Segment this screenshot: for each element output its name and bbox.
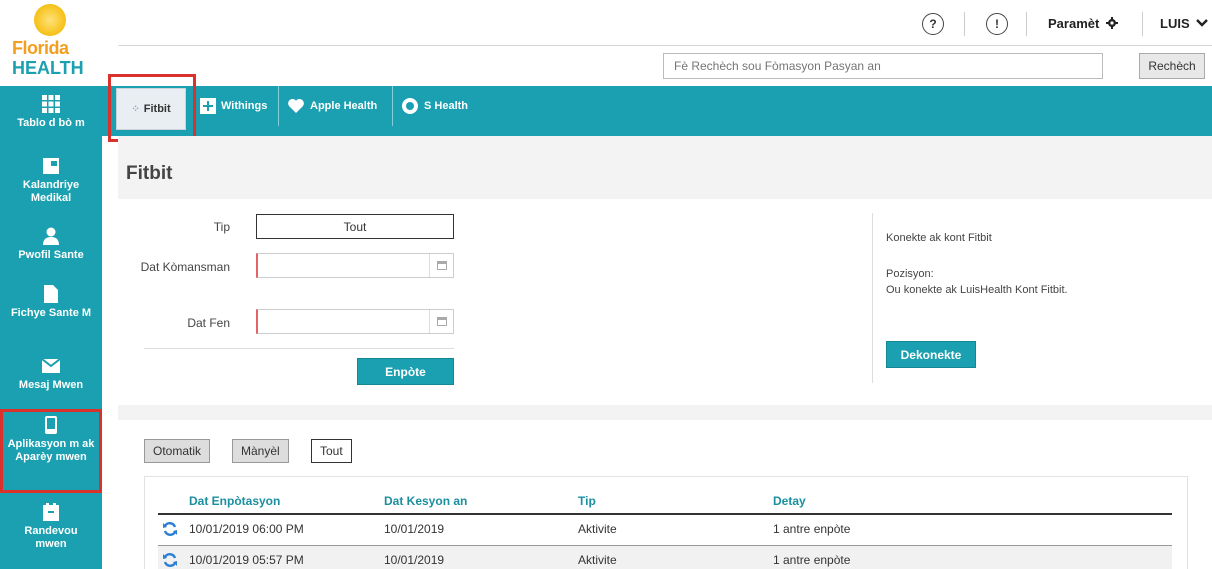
tab-withings[interactable]: Withings bbox=[192, 86, 267, 126]
start-date-label: Dat Kòmansman bbox=[140, 260, 230, 274]
divider bbox=[144, 348, 454, 349]
calendar-icon[interactable] bbox=[429, 254, 453, 277]
divider bbox=[872, 213, 873, 383]
sidebar-item-dashboard[interactable]: Tablo d bò m bbox=[0, 94, 102, 130]
import-date: 10/01/2019 05:57 PM bbox=[189, 553, 304, 567]
connection-status: Ou konekte ak LuisHealth Kont Fitbit. bbox=[886, 284, 1068, 296]
sun-icon bbox=[34, 4, 66, 36]
sidebar-item-health-profile[interactable]: Pwofil Sante bbox=[0, 226, 102, 262]
document-icon bbox=[41, 284, 61, 304]
import-date: 10/01/2019 06:00 PM bbox=[189, 522, 304, 536]
position-label: Pozisyon: bbox=[886, 268, 934, 280]
filter-all[interactable]: Tout bbox=[311, 439, 352, 463]
gear-icon bbox=[1105, 17, 1118, 29]
user-menu[interactable]: LUIS bbox=[1160, 16, 1209, 31]
type-select[interactable]: Tout bbox=[256, 214, 454, 239]
filter-automatic[interactable]: Otomatik bbox=[144, 439, 211, 463]
sidebar-item-medical-calendar[interactable]: Kalandriye Medikal bbox=[0, 156, 102, 205]
logo-line2: HEALTH bbox=[12, 58, 84, 78]
alert-button[interactable]: ! bbox=[986, 13, 1008, 35]
mobile-phone-icon bbox=[41, 415, 61, 435]
heart-icon bbox=[288, 99, 304, 113]
start-date-field[interactable] bbox=[256, 253, 454, 278]
sidebar-item-messages[interactable]: Mesaj Mwen bbox=[0, 356, 102, 392]
record-type: Aktivite bbox=[578, 553, 617, 567]
chevron-down-icon bbox=[1196, 19, 1209, 27]
search-input[interactable] bbox=[663, 53, 1103, 79]
user-name: LUIS bbox=[1160, 16, 1190, 31]
sidebar-item-label: Tablo d bò m bbox=[17, 117, 85, 129]
import-button[interactable]: Enpòte bbox=[357, 358, 454, 385]
sidebar-item-health-records[interactable]: Fichye Sante M bbox=[0, 284, 102, 320]
sidebar: Tablo d bò m Kalandriye Medikal Pwofil S… bbox=[0, 86, 102, 569]
plus-icon bbox=[200, 98, 216, 114]
envelope-icon bbox=[41, 356, 61, 376]
tab-label: Withings bbox=[221, 100, 268, 112]
grid-icon bbox=[41, 94, 61, 114]
sidebar-item-label: Mesaj Mwen bbox=[18, 379, 84, 391]
divider bbox=[1142, 12, 1143, 36]
user-icon bbox=[41, 226, 61, 246]
column-header[interactable]: Detay bbox=[773, 494, 806, 508]
end-date-field[interactable] bbox=[256, 309, 454, 334]
divider bbox=[1026, 12, 1027, 36]
s-health-icon bbox=[402, 98, 418, 114]
table-row[interactable]: 10/01/2019 05:57 PM 10/01/2019 Aktivite … bbox=[158, 545, 1172, 569]
search-button[interactable]: Rechèch bbox=[1139, 53, 1205, 79]
florida-health-logo[interactable]: Florida HEALTH bbox=[0, 0, 102, 86]
table-row[interactable]: 10/01/2019 06:00 PM 10/01/2019 Aktivite … bbox=[158, 515, 1172, 544]
logo-line1: Florida bbox=[12, 38, 69, 58]
calendar-icon bbox=[41, 156, 61, 176]
disconnect-button[interactable]: Dekonekte bbox=[886, 341, 976, 368]
calendar-icon bbox=[41, 502, 61, 522]
end-date-label: Dat Fen bbox=[187, 316, 230, 330]
sidebar-item-label: Randevou mwen bbox=[24, 525, 78, 550]
page-title: Fitbit bbox=[126, 163, 173, 184]
fitbit-icon: ⁘ bbox=[131, 103, 140, 115]
sidebar-item-label: Fichye Sante M bbox=[10, 307, 92, 319]
column-header[interactable]: Tip bbox=[578, 494, 596, 508]
sidebar-item-label: Aplikasyon m ak Aparèy mwen bbox=[7, 438, 95, 463]
tab-label: S Health bbox=[424, 100, 469, 112]
sidebar-item-label: Pwofil Sante bbox=[18, 249, 84, 261]
filter-manual[interactable]: Mànyèl bbox=[232, 439, 289, 463]
sidebar-item-label: Kalandriye Medikal bbox=[22, 179, 80, 204]
calendar-icon[interactable] bbox=[429, 310, 453, 333]
tab-label: Fitbit bbox=[143, 103, 171, 115]
device-tab-bar: ⁘ Fitbit Withings Apple Health S Health bbox=[102, 74, 1212, 142]
connect-text: Konekte ak kont Fitbit bbox=[886, 232, 992, 244]
tab-apple-health[interactable]: Apple Health bbox=[278, 86, 377, 126]
settings-menu[interactable]: Paramèt bbox=[1048, 16, 1118, 31]
record-detail: 1 antre enpòte bbox=[773, 553, 851, 567]
sync-icon[interactable] bbox=[162, 552, 178, 568]
help-button[interactable]: ? bbox=[922, 13, 944, 35]
question-date: 10/01/2019 bbox=[384, 522, 445, 536]
column-header[interactable]: Dat Enpòtasyon bbox=[189, 494, 280, 508]
tab-fitbit[interactable]: ⁘ Fitbit bbox=[116, 88, 186, 130]
tab-label: Apple Health bbox=[310, 100, 378, 112]
type-label: Tip bbox=[213, 220, 230, 234]
record-type: Aktivite bbox=[578, 522, 617, 536]
question-date: 10/01/2019 bbox=[384, 553, 445, 567]
top-bar: ? ! Paramèt LUIS bbox=[118, 0, 1212, 46]
sidebar-item-appointments[interactable]: Randevou mwen bbox=[0, 502, 102, 551]
column-header[interactable]: Dat Kesyon an bbox=[384, 494, 467, 508]
record-detail: 1 antre enpòte bbox=[773, 522, 851, 536]
tab-s-health[interactable]: S Health bbox=[392, 86, 468, 126]
divider bbox=[964, 12, 965, 36]
sidebar-item-apps-devices[interactable]: Aplikasyon m ak Aparèy mwen bbox=[0, 409, 102, 493]
sync-icon[interactable] bbox=[162, 521, 178, 537]
settings-label: Paramèt bbox=[1048, 16, 1100, 31]
